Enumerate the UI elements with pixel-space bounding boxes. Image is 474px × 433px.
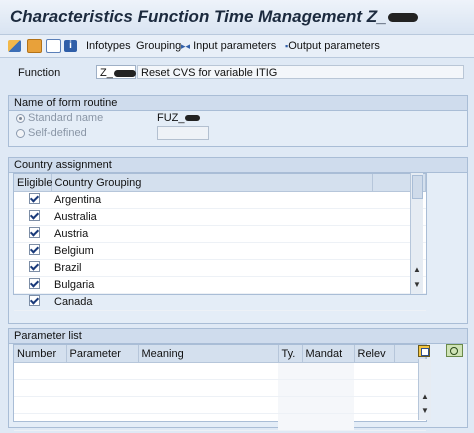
relevant-column-header[interactable]: Relev xyxy=(354,345,395,363)
table-row[interactable] xyxy=(14,413,426,431)
redacted-mark xyxy=(113,69,136,77)
window-title: Characteristics Function Time Management… xyxy=(10,7,418,27)
country-name: Belgium xyxy=(51,242,372,260)
table-row: Australia xyxy=(14,208,426,226)
table-row[interactable] xyxy=(14,396,426,414)
table-row: Canada xyxy=(14,293,426,311)
output-parameters-button[interactable]: ▪Output parameters xyxy=(285,38,380,54)
country-assignment-header: Country assignment xyxy=(9,158,467,173)
function-description: Reset CVS for variable ITIG xyxy=(137,65,464,79)
eligible-checkbox[interactable] xyxy=(29,210,40,221)
country-name: Australia xyxy=(51,208,372,226)
grouping-button[interactable]: Grouping xyxy=(136,38,181,54)
redacted-mark xyxy=(387,13,418,23)
table-row: Argentina xyxy=(14,191,426,209)
eligible-column-header[interactable]: Eligible xyxy=(14,174,52,192)
scroll-down-arrow[interactable]: ▼ xyxy=(411,280,423,289)
redacted-mark xyxy=(184,115,200,122)
standard-name-label: Standard name xyxy=(28,112,104,124)
type-column-header[interactable]: Ty. xyxy=(278,345,303,363)
table-row: Brazil xyxy=(14,259,426,277)
other-object-icon[interactable] xyxy=(27,38,42,54)
form-routine-header: Name of form routine xyxy=(9,96,467,111)
country-name: Canada xyxy=(51,293,372,311)
parameter-list-header: Parameter list xyxy=(9,329,467,344)
table-row[interactable] xyxy=(14,362,426,380)
function-label: Function xyxy=(18,67,61,79)
country-name: Austria xyxy=(51,225,372,243)
display-change-icon[interactable] xyxy=(8,38,21,54)
number-column-header[interactable]: Number xyxy=(14,345,67,363)
scroll-up-arrow[interactable]: ▲ xyxy=(411,265,423,274)
country-table-header: Eligible Country Grouping xyxy=(14,174,426,192)
find-icon[interactable] xyxy=(446,344,463,357)
function-input[interactable]: Z_ xyxy=(96,65,136,79)
mandatory-column-header[interactable]: Mandat xyxy=(302,345,355,363)
parameter-table: Number Parameter Meaning Ty. Mandat Rele… xyxy=(13,344,427,431)
eligible-checkbox[interactable] xyxy=(29,193,40,204)
standard-name-radio[interactable] xyxy=(16,114,25,123)
eligible-checkbox[interactable] xyxy=(29,261,40,272)
country-name: Brazil xyxy=(51,259,372,277)
standard-name-value: FUZ_ xyxy=(157,112,200,124)
country-name: Bulgaria xyxy=(51,276,372,294)
self-defined-input[interactable] xyxy=(157,126,209,140)
scroll-up-arrow[interactable]: ▲ xyxy=(419,392,431,401)
eligible-checkbox[interactable] xyxy=(29,227,40,238)
input-arrow-icon: ▸◂ xyxy=(181,41,191,51)
table-row[interactable] xyxy=(14,379,426,397)
input-parameters-button[interactable]: ▸◂ Input parameters xyxy=(181,38,276,54)
meaning-column-header[interactable]: Meaning xyxy=(138,345,279,363)
application-toolbar: i Infotypes Grouping ▸◂ Input parameters… xyxy=(0,34,474,58)
parameter-table-header: Number Parameter Meaning Ty. Mandat Rele… xyxy=(14,345,426,363)
table-row: Bulgaria xyxy=(14,276,426,294)
where-used-icon[interactable] xyxy=(46,38,61,54)
title-bar: Characteristics Function Time Management… xyxy=(0,0,474,34)
scroll-thumb[interactable] xyxy=(412,175,423,199)
country-name: Argentina xyxy=(51,191,372,209)
parameter-table-scrollbar[interactable]: ▲ ▼ xyxy=(418,359,431,420)
info-icon[interactable]: i xyxy=(64,38,77,54)
eligible-checkbox[interactable] xyxy=(29,295,40,306)
table-settings-icon[interactable] xyxy=(418,345,430,357)
parameter-column-header[interactable]: Parameter xyxy=(66,345,139,363)
self-defined-radio[interactable] xyxy=(16,129,25,138)
eligible-checkbox[interactable] xyxy=(29,244,40,255)
country-grouping-column-header[interactable]: Country Grouping xyxy=(51,174,373,192)
country-table-scrollbar[interactable]: ▲ ▼ xyxy=(410,173,423,294)
self-defined-label: Self-defined xyxy=(28,127,87,139)
infotypes-button[interactable]: Infotypes xyxy=(86,38,131,54)
scroll-down-arrow[interactable]: ▼ xyxy=(419,406,431,415)
table-row: Austria xyxy=(14,225,426,243)
eligible-checkbox[interactable] xyxy=(29,278,40,289)
country-table: Eligible Country Grouping Argentina Aust… xyxy=(13,173,427,311)
table-row: Belgium xyxy=(14,242,426,260)
